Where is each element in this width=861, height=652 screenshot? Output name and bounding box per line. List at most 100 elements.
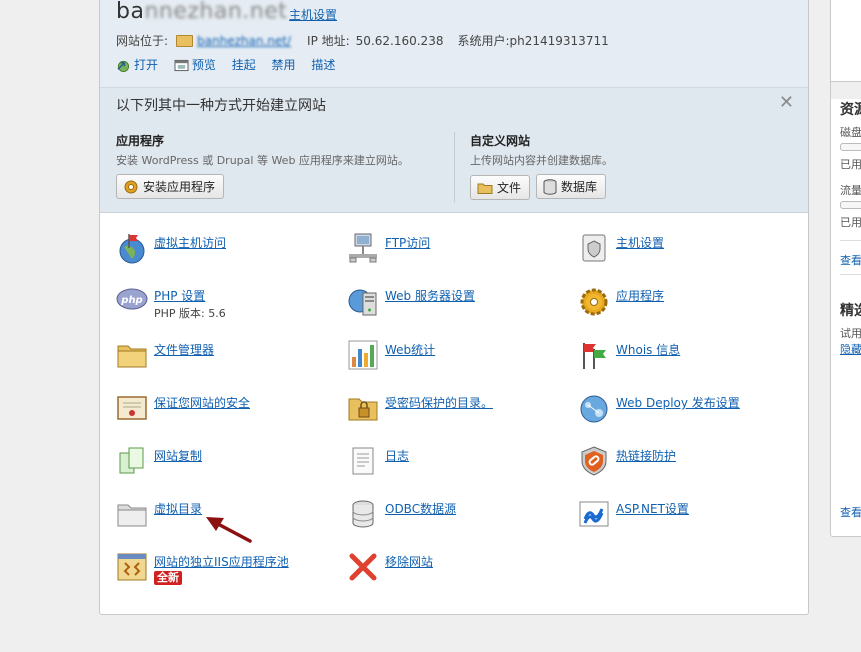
gear-icon xyxy=(580,288,608,316)
preview-action-label: 预览 xyxy=(191,58,216,72)
traffic-usage-bar xyxy=(840,201,861,209)
ip-label: IP 地址: xyxy=(307,34,350,48)
tool-whois[interactable]: Whois 信息 xyxy=(578,339,803,383)
database-icon xyxy=(543,178,557,195)
tool-label[interactable]: 网站复制 xyxy=(154,447,202,464)
preview-action[interactable]: 预览 xyxy=(174,56,216,73)
sysuser-label: 系统用户: xyxy=(457,34,510,48)
globe-flag-icon xyxy=(119,234,145,264)
tool-label[interactable]: 热链接防护 xyxy=(616,447,676,464)
annotation-arrow xyxy=(206,517,252,543)
trial-text: 试用 xyxy=(840,327,861,340)
hosting-settings-icon xyxy=(582,234,606,262)
tool-label[interactable]: FTP访问 xyxy=(385,234,430,251)
tool-php-settings[interactable]: php PHP 设置 PHP 版本: 5.6 xyxy=(116,285,341,329)
database-icon xyxy=(352,500,374,528)
tool-web-statistics[interactable]: Web统计 xyxy=(347,339,572,383)
disk-label: 磁盘 xyxy=(840,126,861,139)
tool-label[interactable]: Whois 信息 xyxy=(616,341,680,358)
hotlink-shield-icon xyxy=(581,446,607,476)
tool-logs[interactable]: 日志 xyxy=(347,445,572,489)
location-url-link[interactable]: banhezhan.net/ xyxy=(197,34,291,48)
web-server-icon xyxy=(348,289,377,316)
start-title: 以下列其中一种方式开始建立网站 xyxy=(116,98,326,114)
tool-virtual-host-access[interactable]: 虚拟主机访问 xyxy=(116,232,341,276)
tool-label[interactable]: 受密码保护的目录。 xyxy=(385,394,493,411)
tool-label[interactable]: 主机设置 xyxy=(616,234,664,251)
right-sidebar: 资源 磁盘 已用 流量 已用 查看 精选 试用 隐藏 查看 xyxy=(830,0,861,537)
tool-label[interactable]: 日志 xyxy=(385,447,409,464)
tool-label[interactable]: Web 服务器设置 xyxy=(385,287,475,304)
copy-pages-icon xyxy=(119,447,144,474)
view-link[interactable]: 查看 xyxy=(840,252,861,268)
apps-title: 应用程序 xyxy=(116,134,165,148)
divider-line xyxy=(840,274,861,275)
location-label: 网站位于: xyxy=(116,34,169,48)
iis-pool-icon xyxy=(117,553,147,581)
domain-name-blurred: nnezhan.net xyxy=(144,0,288,24)
close-icon[interactable]: ✕ xyxy=(779,92,794,113)
custom-site-column: 自定义网站 上传网站内容并创建数据库。 文件 数据库 xyxy=(470,132,613,200)
tool-iis-app-pool[interactable]: 网站的独立IIS应用程序池 全新 xyxy=(116,551,341,595)
tool-aspnet-settings[interactable]: ASP.NET设置 xyxy=(578,498,803,542)
tool-file-manager[interactable]: 文件管理器 xyxy=(116,339,341,383)
tool-label[interactable]: 文件管理器 xyxy=(154,341,214,358)
tool-web-deploy[interactable]: Web Deploy 发布设置 xyxy=(578,392,803,436)
tool-odbc[interactable]: ODBC数据源 xyxy=(347,498,572,542)
traffic-label: 流量 xyxy=(840,184,861,197)
databases-button-label: 数据库 xyxy=(561,180,598,194)
disable-action[interactable]: 禁用 xyxy=(272,56,296,73)
divider-line xyxy=(840,240,861,241)
tool-label[interactable]: 网站的独立IIS应用程序池 xyxy=(154,553,289,570)
databases-button[interactable]: 数据库 xyxy=(536,174,607,199)
host-settings-link[interactable]: 主机设置 xyxy=(289,6,337,23)
flags-icon xyxy=(583,343,606,369)
bar-chart-icon xyxy=(348,340,378,370)
new-badge: 全新 xyxy=(154,571,182,585)
traffic-used-text: 已用 xyxy=(840,216,861,229)
tool-label[interactable]: 虚拟目录 xyxy=(154,500,202,517)
view-link[interactable]: 查看 xyxy=(840,504,861,520)
tool-hosting-settings[interactable]: 主机设置 xyxy=(578,232,803,276)
privacy-link[interactable]: 隐藏 xyxy=(840,341,861,357)
open-action-label: 打开 xyxy=(134,58,159,72)
start-website-box: 以下列其中一种方式开始建立网站 ✕ 应用程序 安装 WordPress 或 Dr… xyxy=(100,88,808,213)
tool-label[interactable]: Web Deploy 发布设置 xyxy=(616,394,740,411)
description-action[interactable]: 描述 xyxy=(311,56,335,73)
tool-ftp-access[interactable]: FTP访问 xyxy=(347,232,572,276)
tool-remove-website[interactable]: 移除网站 xyxy=(347,551,572,595)
tool-label[interactable]: 移除网站 xyxy=(385,553,433,570)
ftp-network-icon xyxy=(349,233,377,263)
web-deploy-icon xyxy=(580,395,608,423)
ip-value: 50.62.160.238 xyxy=(355,33,444,48)
tool-web-server-settings[interactable]: Web 服务器设置 xyxy=(347,285,572,329)
custom-site-description: 上传网站内容并创建数据库。 xyxy=(470,154,613,167)
disk-used-text: 已用 xyxy=(840,158,861,171)
tool-site-copy[interactable]: 网站复制 xyxy=(116,445,341,489)
svg-text:php: php xyxy=(120,295,142,306)
suspend-action[interactable]: 挂起 xyxy=(232,56,256,73)
install-apps-button[interactable]: 安装应用程序 xyxy=(116,174,225,199)
tool-label[interactable]: ODBC数据源 xyxy=(385,500,456,517)
sysuser-value: ph21419313711 xyxy=(509,33,609,48)
remove-x-icon xyxy=(349,553,377,581)
virtual-directory-icon xyxy=(117,504,147,527)
tool-label[interactable]: 虚拟主机访问 xyxy=(154,234,226,251)
gear-icon xyxy=(124,180,138,193)
tool-label[interactable]: 应用程序 xyxy=(616,287,664,304)
open-action[interactable]: 打开 xyxy=(116,56,158,73)
log-document-icon xyxy=(352,447,374,475)
tool-label[interactable]: ASP.NET设置 xyxy=(616,500,689,517)
folder-icon xyxy=(117,345,147,368)
website-panel: bannezhan.net 主机设置 网站位于: banhezhan.net/IP… xyxy=(99,0,809,615)
tool-label[interactable]: 保证您网站的安全 xyxy=(154,394,250,411)
files-button[interactable]: 文件 xyxy=(470,175,531,200)
tool-secure-site[interactable]: 保证您网站的安全 xyxy=(116,392,341,436)
tool-label[interactable]: PHP 设置 xyxy=(154,287,205,304)
tool-password-protected-dirs[interactable]: 受密码保护的目录。 xyxy=(347,392,572,436)
tool-hotlink-protection[interactable]: 热链接防护 xyxy=(578,445,803,489)
php-icon: php xyxy=(116,288,148,310)
tool-applications[interactable]: 应用程序 xyxy=(578,285,803,329)
tool-label[interactable]: Web统计 xyxy=(385,341,435,358)
aspnet-icon xyxy=(579,501,609,527)
